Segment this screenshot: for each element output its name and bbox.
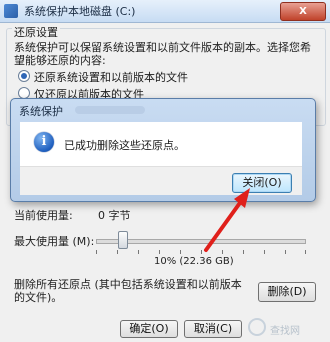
close-window-button[interactable]: X bbox=[280, 2, 326, 21]
slider-ticks bbox=[96, 250, 306, 254]
option-restore-all-label: 还原系统设置和以前版本的文件 bbox=[34, 71, 188, 84]
tick bbox=[159, 250, 160, 254]
max-usage-slider-thumb[interactable] bbox=[118, 231, 128, 249]
blurred-title-text bbox=[75, 106, 145, 114]
info-icon: i bbox=[34, 132, 54, 152]
tick bbox=[285, 250, 286, 254]
option-restore-all[interactable]: 还原系统设置和以前版本的文件 bbox=[18, 69, 188, 85]
max-usage-label: 最大使用量 (M): bbox=[14, 235, 95, 248]
tick bbox=[264, 250, 265, 254]
delete-description: 删除所有还原点 (其中包括系统设置和以前版本的文件)。 bbox=[14, 278, 242, 304]
window-icon bbox=[4, 4, 18, 18]
tick bbox=[138, 250, 139, 254]
tick bbox=[117, 250, 118, 254]
current-usage-value: 0 字节 bbox=[98, 209, 131, 222]
tick bbox=[201, 250, 202, 254]
ok-button[interactable]: 确定(O) bbox=[120, 320, 178, 338]
window-title: 系统保护本地磁盘 (C:) bbox=[24, 5, 136, 18]
radio-restore-all[interactable] bbox=[18, 70, 30, 82]
cancel-button[interactable]: 取消(C) bbox=[184, 320, 242, 338]
max-usage-value: 10% (22.36 GB) bbox=[154, 256, 234, 267]
tick bbox=[243, 250, 244, 254]
screen: 系统保护本地磁盘 (C:) X 还原设置 系统保护可以保留系统设置和以前文件版本… bbox=[0, 0, 330, 342]
restore-description: 系统保护可以保留系统设置和以前文件版本的副本。选择您希望能够还原的内容: bbox=[14, 41, 311, 67]
tick bbox=[96, 250, 97, 254]
restore-settings-label: 还原设置 bbox=[12, 24, 60, 40]
tick bbox=[222, 250, 223, 254]
close-button[interactable]: 关闭(O) bbox=[232, 173, 292, 193]
title-bar: 系统保护本地磁盘 (C:) X bbox=[0, 0, 330, 23]
watermark-logo bbox=[248, 318, 266, 336]
delete-button[interactable]: 删除(D) bbox=[258, 282, 316, 302]
tick bbox=[180, 250, 181, 254]
tick bbox=[305, 250, 306, 254]
current-usage-label: 当前使用量: bbox=[14, 209, 73, 222]
message-text: 已成功删除这些还原点。 bbox=[64, 139, 185, 152]
watermark-text: 查找网 bbox=[270, 326, 300, 337]
message-dialog-title: 系统保护 bbox=[19, 105, 63, 118]
